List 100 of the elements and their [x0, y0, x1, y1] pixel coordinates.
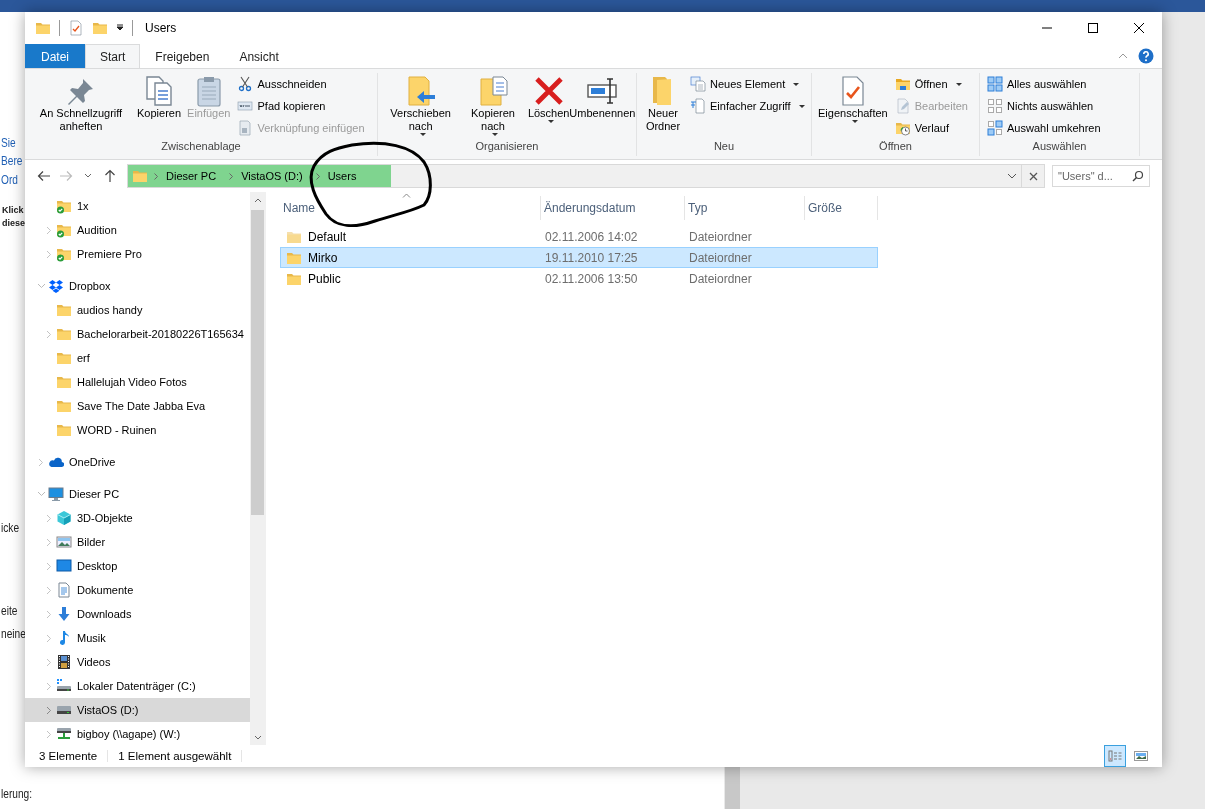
nav-tree-item[interactable]: Premiere Pro: [25, 242, 250, 266]
back-arrow-icon[interactable]: [37, 170, 51, 182]
ribbon-button[interactable]: Eigenschaften: [816, 73, 890, 140]
maximize-icon[interactable]: [1088, 23, 1098, 33]
ribbon-button[interactable]: Kopieren: [135, 73, 184, 140]
scroll-down-icon[interactable]: [253, 734, 262, 740]
nav-tree-item[interactable]: Downloads: [25, 602, 250, 626]
ribbon-tab[interactable]: Freigeben: [140, 44, 225, 68]
nav-tree-item[interactable]: Videos: [25, 650, 250, 674]
expand-chevron-icon[interactable]: [46, 537, 52, 547]
nav-tree-item[interactable]: Bachelorarbeit-20180226T165634: [25, 322, 250, 346]
ribbon-button[interactable]: Verschieben nach: [382, 73, 460, 140]
expand-chevron-icon[interactable]: [46, 705, 52, 715]
chevron-down-icon[interactable]: [84, 173, 92, 179]
ribbon-button[interactable]: Einfacher Zugriff: [687, 96, 808, 116]
nav-tree-item[interactable]: audios handy: [25, 298, 250, 322]
help-icon[interactable]: [1138, 48, 1154, 64]
ribbon-tab[interactable]: Start: [85, 44, 141, 68]
close-icon[interactable]: [1134, 23, 1144, 33]
ribbon-button[interactable]: Nichts auswählen: [984, 96, 1104, 116]
expand-chevron-icon[interactable]: [46, 729, 52, 739]
file-name: Public: [308, 271, 341, 286]
breadcrumb-separator-icon[interactable]: [154, 172, 158, 180]
address-bar[interactable]: Dieser PC VistaOS (D:) Users: [127, 164, 1022, 188]
breadcrumb-separator-icon[interactable]: [229, 172, 234, 180]
breadcrumb-separator-icon[interactable]: [315, 172, 320, 180]
nav-tree-item[interactable]: Desktop: [25, 554, 250, 578]
expand-chevron-icon[interactable]: [46, 225, 52, 235]
up-arrow-icon[interactable]: [104, 169, 116, 183]
ribbon-button[interactable]: Neues Element: [687, 74, 808, 94]
easy-access-icon: [690, 98, 706, 114]
nav-tree-item[interactable]: bigboy (\\agape) (W:): [25, 722, 250, 745]
nav-tree-item[interactable]: VistaOS (D:): [25, 698, 250, 722]
nav-tree-item[interactable]: Dieser PC: [25, 482, 250, 506]
nav-tree-item[interactable]: WORD - Ruinen: [25, 418, 250, 442]
ribbon-button[interactable]: An Schnellzugriff anheften: [29, 73, 133, 140]
nav-tree-item[interactable]: Hallelujah Video Fotos: [25, 370, 250, 394]
expand-chevron-icon[interactable]: [46, 329, 52, 339]
file-row[interactable]: Public 02.11.2006 13:50 Dateiordner: [280, 268, 878, 289]
collapse-chevron-icon[interactable]: [36, 491, 46, 497]
dropdown-icon[interactable]: [116, 24, 124, 32]
ribbon-button[interactable]: Verlauf: [891, 118, 971, 138]
search-icon: [1132, 170, 1144, 182]
expand-chevron-icon[interactable]: [46, 561, 52, 571]
nav-tree-item[interactable]: 1x: [25, 194, 250, 218]
expand-chevron-icon[interactable]: [46, 681, 52, 691]
document-text: eite: [1, 603, 18, 618]
type-cell-text: Dateiordner: [688, 229, 753, 244]
nav-tree-item[interactable]: Dokumente: [25, 578, 250, 602]
nav-tree-item[interactable]: Audition: [25, 218, 250, 242]
forward-arrow-icon[interactable]: [59, 170, 73, 182]
column-header[interactable]: Typ: [685, 196, 805, 220]
nav-tree-item[interactable]: Save The Date Jabba Eva: [25, 394, 250, 418]
close-icon[interactable]: [1028, 171, 1038, 181]
ribbon-button[interactable]: Ausschneiden: [234, 74, 368, 94]
clear-button[interactable]: [1022, 164, 1045, 188]
column-header[interactable]: Änderungsdatum: [541, 196, 685, 220]
scroll-up-icon[interactable]: [253, 197, 262, 203]
file-row[interactable]: Mirko 19.11.2010 17:25 Dateiordner: [280, 247, 878, 268]
column-header[interactable]: Name: [280, 196, 541, 220]
nav-tree-item[interactable]: Dropbox: [25, 274, 250, 298]
expand-chevron-icon[interactable]: [46, 513, 52, 523]
collapse-chevron-icon[interactable]: [36, 283, 46, 289]
breadcrumb[interactable]: Users: [319, 170, 364, 182]
scrollbar[interactable]: [250, 192, 265, 745]
ribbon-button[interactable]: Auswahl umkehren: [984, 118, 1104, 138]
nav-tree-item[interactable]: 3D-Objekte: [25, 506, 250, 530]
view-toggle-button[interactable]: [1104, 745, 1126, 767]
ribbon-button[interactable]: Neuer Ordner: [641, 73, 685, 140]
ribbon-button[interactable]: Alles auswählen: [984, 74, 1104, 94]
ribbon-button[interactable]: Kopieren nach: [461, 73, 525, 140]
ribbon-button[interactable]: Löschen: [526, 73, 571, 140]
chevron-down-icon[interactable]: [1007, 173, 1017, 179]
breadcrumb[interactable]: VistaOS (D:): [233, 170, 310, 182]
expand-chevron-icon[interactable]: [46, 609, 52, 619]
nav-tree-item[interactable]: erf: [25, 346, 250, 370]
nav-tree-item[interactable]: OneDrive: [25, 450, 250, 474]
expand-chevron-icon[interactable]: [46, 585, 52, 595]
minimize-icon[interactable]: [1042, 27, 1052, 29]
expand-chevron-icon[interactable]: [46, 657, 52, 667]
nav-tree-item[interactable]: Lokaler Datenträger (C:): [25, 674, 250, 698]
file-row[interactable]: Default 02.11.2006 14:02 Dateiordner: [280, 226, 878, 247]
expand-chevron-icon[interactable]: [46, 249, 52, 259]
scrollbar[interactable]: [725, 767, 740, 809]
scrollbar-thumb[interactable]: [251, 210, 264, 515]
expand-chevron-icon[interactable]: [46, 633, 52, 643]
folder-icon: [56, 302, 72, 318]
ribbon-button[interactable]: Pfad kopieren: [234, 96, 368, 116]
nav-tree-item[interactable]: Bilder: [25, 530, 250, 554]
file-menu-tab[interactable]: Datei: [25, 44, 85, 68]
ribbon-tab[interactable]: Ansicht: [224, 44, 294, 68]
picture-icon: [56, 534, 72, 550]
expand-chevron-icon[interactable]: [38, 457, 44, 467]
ribbon-button[interactable]: Öffnen: [891, 74, 971, 94]
search-field[interactable]: "Users" d...: [1052, 165, 1150, 187]
column-header[interactable]: Größe: [805, 196, 878, 220]
breadcrumb[interactable]: Dieser PC: [158, 170, 224, 182]
folder-icon: [894, 76, 911, 92]
collapse-ribbon-icon[interactable]: [1118, 53, 1128, 59]
nav-tree-item[interactable]: Musik: [25, 626, 250, 650]
